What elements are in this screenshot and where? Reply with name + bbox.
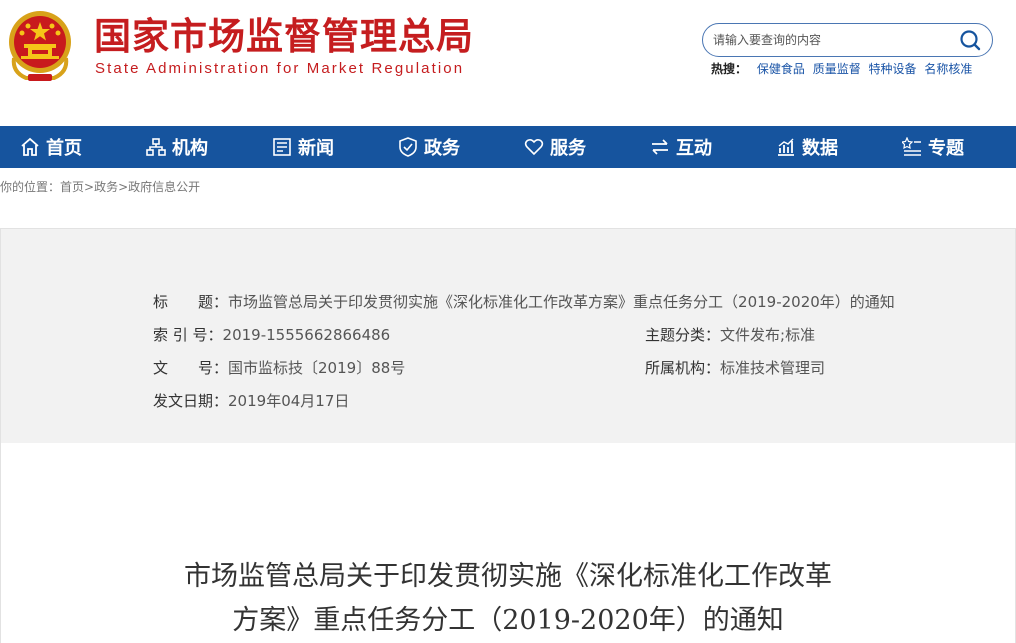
nav-item-service[interactable]: 服务	[524, 126, 586, 168]
site-title: 国家市场监督管理总局	[94, 14, 474, 58]
nav-item-label: 互动	[676, 138, 712, 159]
info-label: 发文日期：	[153, 392, 229, 410]
search-box	[702, 23, 993, 57]
nav-item-label: 首页	[46, 138, 82, 159]
main-nav: 首页 机构 新闻 政务 服务 互动 数据 专题	[0, 126, 1016, 168]
nav-item-label: 服务	[550, 138, 586, 159]
nav-item-affairs[interactable]: 政务	[398, 126, 460, 168]
heart-icon	[524, 138, 544, 156]
breadcrumb-prefix: 你的位置：	[0, 180, 61, 194]
info-category-row: 主题分类：文件发布;标准	[645, 324, 815, 346]
info-index-row: 索 引 号：2019-1555662866486	[153, 324, 390, 346]
nav-item-label: 政务	[424, 138, 460, 159]
site-header: 国家市场监督管理总局 State Administration for Mark…	[0, 0, 1016, 126]
info-org-row: 所属机构：标准技术管理司	[645, 357, 825, 379]
info-label: 索 引 号：	[153, 326, 223, 344]
info-value: 2019-1555662866486	[222, 326, 391, 344]
national-emblem-icon[interactable]	[6, 8, 74, 82]
site-subtitle: State Administration for Market Regulati…	[95, 60, 465, 77]
chart-icon	[778, 138, 794, 156]
info-docno-row: 文 号：国市监标技〔2019〕88号	[153, 357, 405, 379]
breadcrumb-separator: >	[118, 180, 129, 194]
home-icon	[21, 137, 39, 156]
nav-item-news[interactable]: 新闻	[272, 126, 334, 168]
info-value: 国市监标技〔2019〕88号	[228, 359, 406, 377]
info-value: 文件发布;标准	[720, 326, 816, 344]
info-label: 主题分类：	[645, 326, 721, 344]
hot-term-link[interactable]: 质量监督	[813, 62, 861, 76]
nav-item-data[interactable]: 数据	[776, 126, 838, 168]
breadcrumb-link[interactable]: 政务	[94, 180, 118, 194]
document-title: 市场监管总局关于印发贯彻实施《深化标准化工作改革 方案》重点任务分工（2019-…	[0, 555, 1016, 643]
breadcrumb-separator: >	[84, 180, 95, 194]
info-label: 文 号：	[153, 359, 229, 377]
info-title-row: 标 题：市场监管总局关于印发贯彻实施《深化标准化工作改革方案》重点任务分工（20…	[153, 291, 895, 313]
document-title-line: 市场监管总局关于印发贯彻实施《深化标准化工作改革	[184, 561, 832, 592]
search-button[interactable]	[957, 28, 983, 52]
hot-term-link[interactable]: 名称核准	[924, 62, 972, 76]
breadcrumb-link[interactable]: 首页	[60, 180, 84, 194]
hot-term-link[interactable]: 特种设备	[869, 62, 917, 76]
search-icon	[960, 30, 981, 51]
topics-icon	[902, 137, 921, 156]
nav-item-org[interactable]: 机构	[146, 126, 208, 168]
org-chart-icon	[146, 138, 166, 156]
hot-search-label: 热搜：	[711, 62, 748, 76]
breadcrumb-link[interactable]: 政府信息公开	[128, 180, 200, 194]
nav-item-label: 新闻	[298, 138, 334, 159]
search-input[interactable]	[713, 30, 948, 50]
info-value: 2019年04月17日	[228, 392, 350, 410]
newspaper-icon	[273, 138, 291, 156]
hot-term-link[interactable]: 保健食品	[757, 62, 805, 76]
nav-item-label: 数据	[802, 138, 838, 159]
info-label: 标 题：	[153, 293, 229, 311]
nav-item-label: 机构	[172, 138, 208, 159]
shield-icon	[399, 137, 417, 157]
info-value: 标准技术管理司	[720, 359, 826, 377]
hot-search: 热搜： 保健食品 质量监督 特种设备 名称核准	[711, 60, 976, 78]
exchange-arrows-icon	[652, 139, 668, 155]
nav-item-label: 专题	[928, 138, 964, 159]
nav-item-interact[interactable]: 互动	[650, 126, 712, 168]
info-label: 所属机构：	[645, 359, 721, 377]
nav-item-home[interactable]: 首页	[20, 126, 82, 168]
info-date-row: 发文日期：2019年04月17日	[153, 390, 349, 412]
breadcrumb: 你的位置：首页>政务>政府信息公开	[0, 168, 1016, 206]
info-value: 市场监管总局关于印发贯彻实施《深化标准化工作改革方案》重点任务分工（2019-2…	[228, 293, 895, 311]
document-title-line: 方案》重点任务分工（2019-2020年）的通知	[232, 605, 784, 636]
nav-item-topics[interactable]: 专题	[902, 126, 964, 168]
